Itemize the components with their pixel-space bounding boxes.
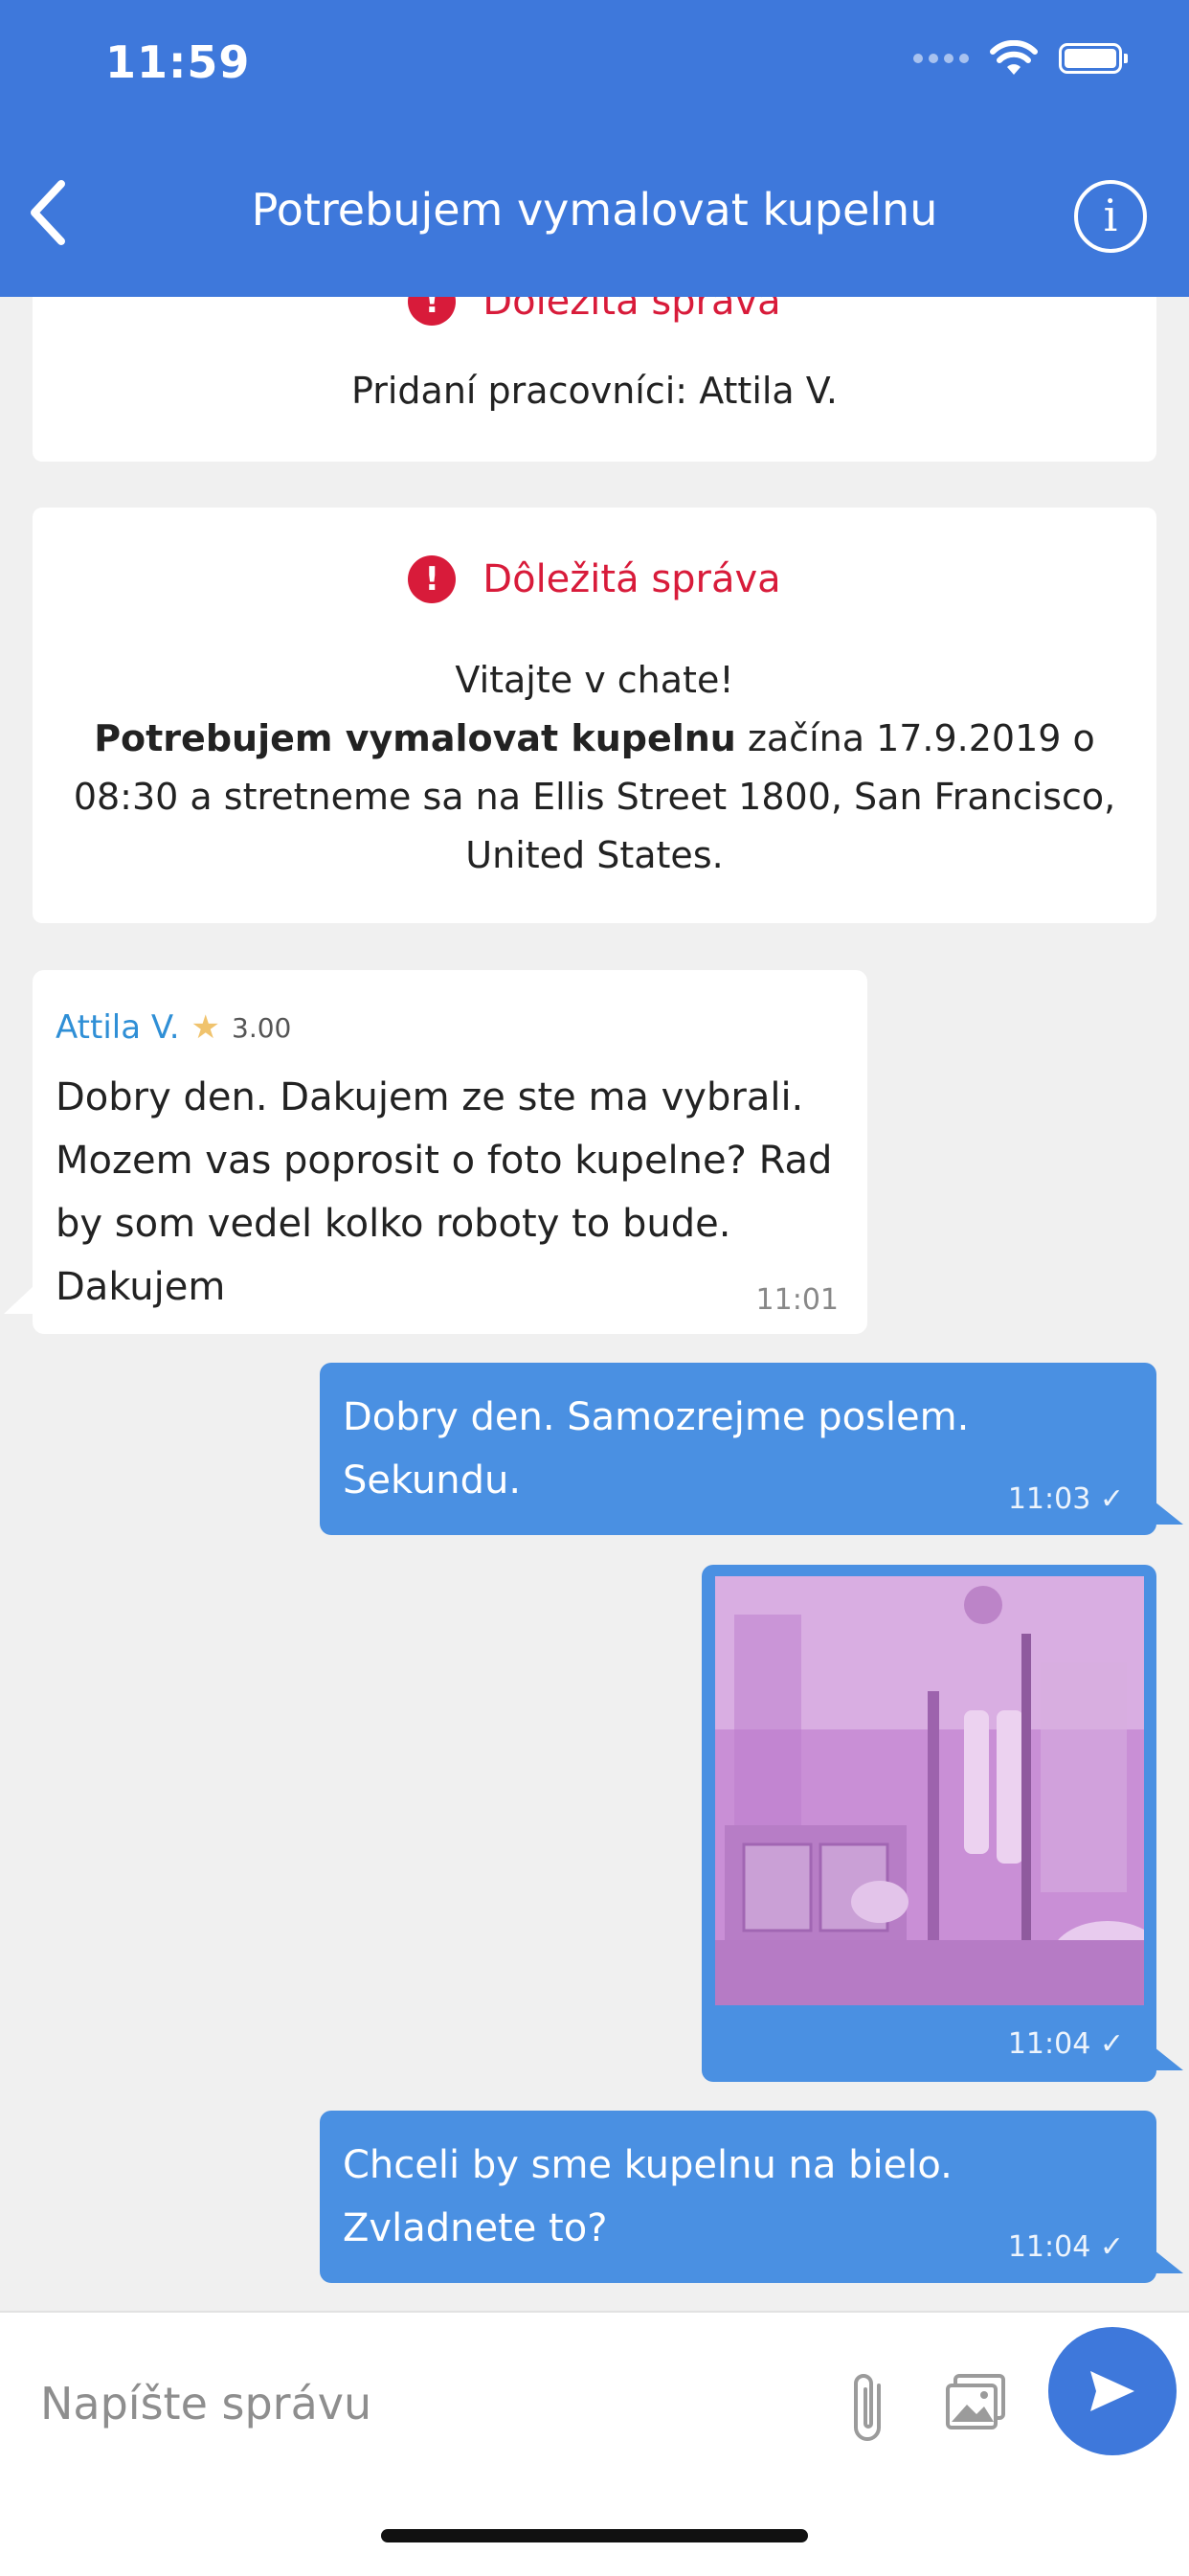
sender-row: Attila V. ★ 3.00 bbox=[56, 1008, 291, 1047]
notice-title: ! Dôležitá správa bbox=[33, 555, 1156, 603]
notice-title-text: Dôležitá správa bbox=[482, 557, 781, 601]
bubble-tail bbox=[4, 1285, 34, 1314]
message-time: 11:03 bbox=[1007, 1482, 1091, 1516]
message-line: Zvladnete to? bbox=[343, 2206, 608, 2250]
signal-dots-icon bbox=[913, 54, 969, 63]
event-name: Potrebujem vymalovat kupelnu bbox=[94, 717, 736, 759]
outgoing-message[interactable]: Dobry den. Samozrejme poslem. Sekundu. 1… bbox=[320, 1363, 1156, 1535]
message-input[interactable] bbox=[38, 2351, 808, 2456]
app-header: 11:59 Potrebujem vymalovat kupelnu i bbox=[0, 0, 1189, 297]
bathroom-photo[interactable] bbox=[715, 1576, 1144, 2005]
message-time: 11:04 bbox=[1007, 2027, 1091, 2061]
send-icon bbox=[1090, 2371, 1134, 2411]
event-line: Potrebujem vymalovat kupelnu začína 17.9… bbox=[33, 710, 1156, 768]
checkmark-icon: ✓ bbox=[1099, 2230, 1124, 2264]
status-icons bbox=[913, 40, 1128, 77]
message-time: 11:01 bbox=[755, 1283, 839, 1317]
wifi-icon bbox=[990, 40, 1038, 75]
checkmark-icon: ✓ bbox=[1099, 2027, 1124, 2061]
message-line: Sekundu. bbox=[343, 1458, 522, 1503]
battery-icon bbox=[1059, 43, 1128, 74]
message-line: by som vedel kolko roboty to bude. bbox=[56, 1202, 731, 1246]
message-time-row: 11:04 ✓ bbox=[1008, 2230, 1124, 2264]
home-indicator[interactable] bbox=[381, 2529, 808, 2542]
message-time: 11:04 bbox=[1007, 2230, 1091, 2264]
star-icon: ★ bbox=[191, 1008, 221, 1047]
welcome-line: Vitajte v chate! bbox=[455, 659, 734, 701]
checkmark-icon: ✓ bbox=[1099, 1482, 1124, 1516]
notice-card-welcome: ! Dôležitá správa Vitajte v chate! Potre… bbox=[33, 508, 1156, 923]
paperclip-icon[interactable] bbox=[842, 2370, 898, 2447]
incoming-message[interactable]: Attila V. ★ 3.00 Dobry den. Dakujem ze s… bbox=[33, 970, 867, 1334]
bubble-tail bbox=[1155, 1502, 1183, 1525]
message-line: Dakujem bbox=[56, 1265, 226, 1309]
message-line: Chceli by sme kupelnu na bielo. bbox=[343, 2143, 953, 2187]
outgoing-message[interactable]: Chceli by sme kupelnu na bielo. Zvladnet… bbox=[320, 2111, 1156, 2283]
sender-rating: 3.00 bbox=[232, 1011, 292, 1044]
notice-text: Pridaní pracovníci: Attila V. bbox=[351, 370, 838, 412]
send-button[interactable] bbox=[1048, 2327, 1177, 2455]
message-line: Mozem vas poprosit o foto kupelne? Rad bbox=[56, 1139, 833, 1183]
event-start: začína 17.9.2019 o bbox=[735, 717, 1095, 759]
outgoing-image-message[interactable]: 11:04 ✓ bbox=[702, 1565, 1156, 2082]
notice-body: Vitajte v chate! Potrebujem vymalovat ku… bbox=[33, 651, 1156, 885]
message-text: Dobry den. Samozrejme poslem. Sekundu. bbox=[343, 1386, 969, 1512]
message-line: Dobry den. Dakujem ze ste ma vybrali. bbox=[56, 1075, 804, 1119]
event-address: 08:30 a stretneme sa na Ellis Street 180… bbox=[73, 776, 1116, 818]
message-text: Chceli by sme kupelnu na bielo. Zvladnet… bbox=[343, 2134, 953, 2260]
alert-icon: ! bbox=[408, 555, 457, 603]
bubble-tail bbox=[1155, 2250, 1183, 2273]
sender-name[interactable]: Attila V. bbox=[56, 1008, 180, 1047]
page-title: Potrebujem vymalovat kupelnu bbox=[251, 184, 938, 236]
gallery-icon[interactable] bbox=[944, 2372, 1007, 2435]
info-icon[interactable]: i bbox=[1074, 180, 1147, 253]
message-text: Dobry den. Dakujem ze ste ma vybrali. Mo… bbox=[56, 1066, 832, 1319]
status-time: 11:59 bbox=[105, 36, 251, 88]
event-country: United States. bbox=[465, 834, 724, 876]
message-time-row: 11:03 ✓ bbox=[1008, 1482, 1124, 1516]
bubble-tail bbox=[1155, 2047, 1183, 2070]
message-line: Dobry den. Samozrejme poslem. bbox=[343, 1395, 970, 1439]
message-time-row: 11:04 ✓ bbox=[1008, 2027, 1124, 2061]
